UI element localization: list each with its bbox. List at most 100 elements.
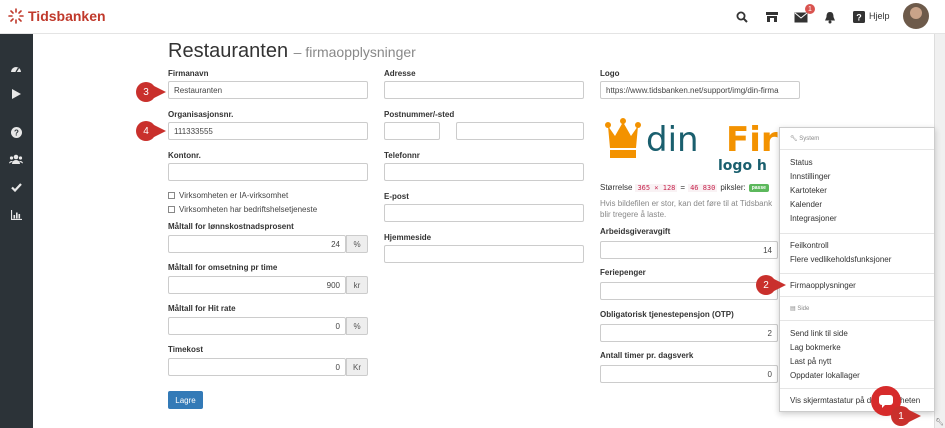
wrench-icon[interactable]: 🔧︎ <box>935 418 944 426</box>
aga-label: Arbeidsgiveravgift <box>600 227 671 236</box>
mail-badge: 1 <box>805 4 815 14</box>
page-icon: ▤ <box>790 306 796 312</box>
ia-checkbox-row[interactable]: Virksomheten er IA-virksomhet <box>168 191 288 200</box>
logo-preview: din Firma logo h <box>600 110 800 178</box>
wrench-icon: 🔧︎ <box>790 136 798 142</box>
menu-item-innstillinger[interactable]: Innstillinger <box>790 172 830 181</box>
step-marker-3: 3 <box>136 82 156 102</box>
menu-item-oppdater-lokallager[interactable]: Oppdater lokallager <box>790 371 860 380</box>
post-label: Postnummer/-sted <box>384 110 455 119</box>
app-name: Tidsbanken <box>28 8 106 24</box>
hjemmeside-label: Hjemmeside <box>384 233 432 242</box>
adresse-label: Adresse <box>384 69 416 78</box>
lonn-unit: % <box>346 235 368 253</box>
kontonr-label: Kontonr. <box>168 151 201 160</box>
menu-side-header: ▤ Side <box>790 306 810 312</box>
menu-divider <box>780 233 934 234</box>
check-icon[interactable] <box>9 180 23 194</box>
orgnr-input[interactable]: 111333555 <box>168 122 368 140</box>
postnummer-input[interactable] <box>384 122 440 140</box>
chart-icon[interactable] <box>9 208 23 222</box>
page-subtitle: – firmaopplysninger <box>293 44 416 60</box>
poststed-input[interactable] <box>456 122 584 140</box>
otp-label: Obligatorisk tjenestepensjon (OTP) <box>600 310 734 319</box>
play-icon[interactable] <box>9 87 23 101</box>
ia-checkbox[interactable] <box>168 192 175 199</box>
logo-size-row: Størrelse 365 × 128 = 46 830 piksler: pa… <box>600 183 769 192</box>
app-logo[interactable]: Tidsbanken <box>8 8 106 24</box>
bht-checkbox-row[interactable]: Virksomheten har bedriftshelsetjeneste <box>168 205 317 214</box>
ferie-input[interactable] <box>600 282 778 300</box>
question-icon[interactable]: ? <box>9 125 23 139</box>
logo-label: Logo <box>600 69 620 78</box>
kontonr-input[interactable] <box>168 163 368 181</box>
svg-text:?: ? <box>856 13 862 23</box>
telefon-input[interactable] <box>384 163 584 181</box>
menu-divider <box>780 149 934 150</box>
oms-label: Måltall for omsetning pr time <box>168 263 278 272</box>
dashboard-icon[interactable] <box>9 61 23 75</box>
firmanavn-input[interactable]: Restauranten <box>168 81 368 99</box>
adresse-input[interactable] <box>384 81 584 99</box>
size-suffix: piksler: <box>720 183 746 192</box>
lonn-label: Måltall for lønnskostnadsprosent <box>168 222 294 231</box>
timer-input[interactable]: 0 <box>600 365 778 383</box>
hit-input[interactable]: 0 <box>168 317 346 335</box>
otp-input[interactable]: 2 <box>600 324 778 342</box>
size-pixels: 46 830 <box>688 183 718 192</box>
svg-text:?: ? <box>14 128 19 137</box>
logo-text-sub: logo h <box>718 158 767 174</box>
epost-input[interactable] <box>384 204 584 222</box>
store-icon[interactable] <box>764 9 780 25</box>
step-marker-2-pointer <box>774 279 786 291</box>
bell-icon[interactable] <box>822 9 838 25</box>
step-marker-4-pointer <box>154 125 166 137</box>
users-icon[interactable] <box>9 152 23 166</box>
menu-item-integrasjoner[interactable]: Integrasjoner <box>790 214 837 223</box>
menu-item-kalender[interactable]: Kalender <box>790 200 822 209</box>
settings-dropdown-menu: 🔧︎ System Status Innstillinger Kartoteke… <box>779 127 935 412</box>
timer-label: Antall timer pr. dagsverk <box>600 351 694 360</box>
oms-input[interactable]: 900 <box>168 276 346 294</box>
hit-label: Måltall for Hit rate <box>168 304 236 313</box>
size-label: Størrelse <box>600 183 633 192</box>
ia-checkbox-label: Virksomheten er IA-virksomhet <box>179 191 289 200</box>
menu-divider <box>780 320 934 321</box>
logo-url-input[interactable]: https://www.tidsbanken.net/support/img/d… <box>600 81 800 99</box>
menu-divider <box>780 273 934 274</box>
menu-item-send-link[interactable]: Send link til side <box>790 329 848 338</box>
sidebar: ? <box>0 34 33 428</box>
step-marker-2: 2 <box>756 275 776 295</box>
size-equals: = <box>680 183 686 192</box>
step-marker-3-pointer <box>154 86 166 98</box>
size-dimensions: 365 × 128 <box>635 183 678 192</box>
help-icon[interactable]: ? <box>851 9 867 25</box>
user-avatar[interactable] <box>903 3 929 29</box>
step-marker-1-pointer <box>909 410 921 422</box>
chat-icon <box>879 394 893 408</box>
menu-item-feilkontroll[interactable]: Feilkontroll <box>790 241 829 250</box>
timekost-unit: Kr <box>346 358 368 376</box>
top-bar: Tidsbanken 1 ? Hjelp <box>0 0 945 34</box>
timekost-input[interactable]: 0 <box>168 358 346 376</box>
company-title: Restauranten <box>168 40 289 62</box>
menu-item-vedlikehold[interactable]: Flere vedlikeholdsfunksjoner <box>790 255 891 264</box>
menu-item-last-paa-nytt[interactable]: Last på nytt <box>790 357 831 366</box>
hit-unit: % <box>346 317 368 335</box>
menu-item-status[interactable]: Status <box>790 158 813 167</box>
page-title: Restauranten – firmaopplysninger <box>168 40 416 63</box>
oms-unit: kr <box>346 276 368 294</box>
hjemmeside-input[interactable] <box>384 245 584 263</box>
save-button[interactable]: Lagre <box>168 391 203 409</box>
help-link[interactable]: Hjelp <box>869 11 890 21</box>
search-icon[interactable] <box>734 9 750 25</box>
menu-item-bokmerke[interactable]: Lag bokmerke <box>790 343 841 352</box>
lonn-input[interactable]: 24 <box>168 235 346 253</box>
right-scrollbar[interactable] <box>934 34 945 428</box>
menu-item-kartoteker[interactable]: Kartoteker <box>790 186 827 195</box>
bht-checkbox[interactable] <box>168 206 175 213</box>
aga-input[interactable]: 14 <box>600 241 778 259</box>
menu-item-firmaopplysninger[interactable]: Firmaopplysninger <box>790 281 856 290</box>
logo-text-din: din <box>646 120 699 160</box>
step-marker-1: 1 <box>891 406 911 426</box>
